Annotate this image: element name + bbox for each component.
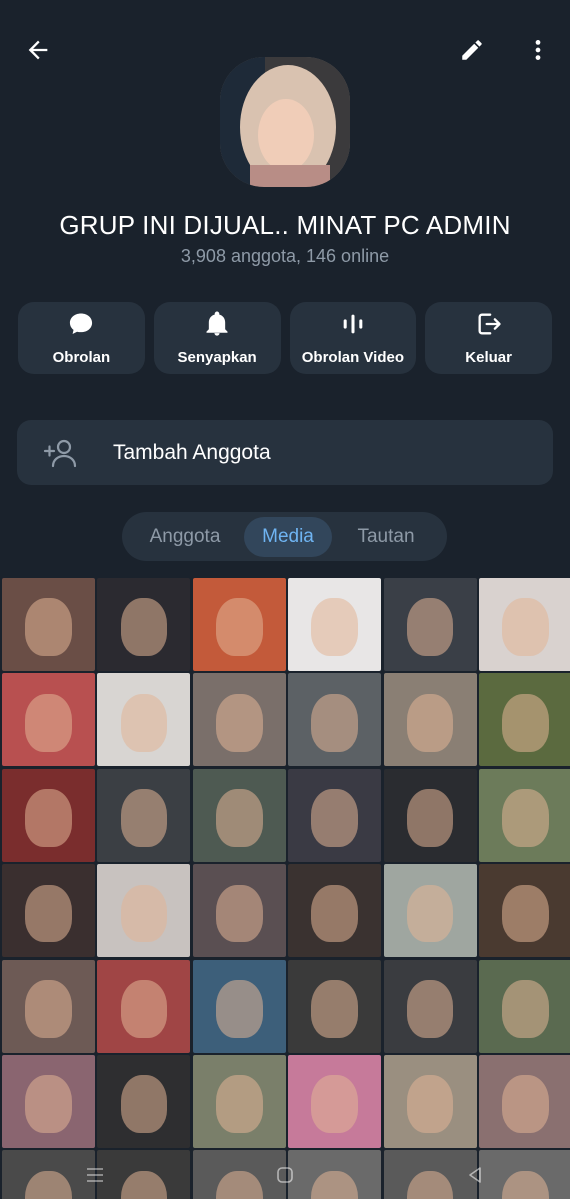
media-thumbnail[interactable] — [97, 864, 191, 958]
media-thumbnail[interactable] — [192, 578, 286, 671]
media-thumbnail[interactable] — [288, 768, 382, 862]
media-thumbnail[interactable] — [2, 959, 95, 1053]
media-grid — [0, 578, 570, 1199]
tab-bar: Anggota Media Tautan — [122, 512, 447, 561]
video-chat-label: Obrolan Video — [301, 349, 404, 366]
group-avatar[interactable] — [220, 57, 350, 187]
media-thumbnail[interactable] — [192, 768, 286, 862]
media-thumbnail[interactable] — [478, 864, 570, 958]
media-thumbnail[interactable] — [97, 768, 191, 862]
leave-icon — [475, 310, 503, 343]
more-vertical-icon[interactable] — [516, 28, 560, 72]
tab-links[interactable]: Tautan — [332, 526, 440, 548]
media-thumbnail[interactable] — [288, 578, 382, 671]
mute-button[interactable]: Senyapkan — [153, 302, 281, 374]
media-thumbnail[interactable] — [383, 673, 477, 767]
media-thumbnail[interactable] — [2, 578, 95, 671]
media-thumbnail[interactable] — [478, 1054, 570, 1148]
group-title: GRUP INI DIJUAL.. MINAT PC ADMIN — [59, 210, 511, 240]
media-thumbnail[interactable] — [97, 673, 191, 767]
voice-chat-icon — [339, 310, 367, 343]
chat-label: Obrolan — [52, 349, 111, 366]
add-person-icon — [17, 438, 103, 468]
system-back-icon[interactable] — [455, 1160, 495, 1190]
action-row: Obrolan Senyapkan Obrolan Video Keluar — [18, 302, 552, 374]
add-member-label: Tambah Anggota — [113, 440, 271, 464]
media-thumbnail[interactable] — [383, 1054, 477, 1148]
recents-icon[interactable] — [75, 1160, 115, 1190]
member-count: 3,908 anggota, 146 online — [180, 246, 390, 266]
media-thumbnail[interactable] — [288, 864, 382, 958]
home-icon[interactable] — [265, 1160, 305, 1190]
media-thumbnail[interactable] — [97, 959, 191, 1053]
media-thumbnail[interactable] — [478, 673, 570, 767]
media-thumbnail[interactable] — [192, 1054, 286, 1148]
media-thumbnail[interactable] — [97, 1054, 191, 1148]
media-thumbnail[interactable] — [288, 673, 382, 767]
chat-button[interactable]: Obrolan — [18, 302, 145, 374]
media-thumbnail[interactable] — [192, 673, 286, 767]
media-thumbnail[interactable] — [383, 578, 477, 671]
media-thumbnail[interactable] — [478, 578, 570, 671]
leave-button[interactable]: Keluar — [425, 302, 552, 374]
tab-media[interactable]: Media — [244, 516, 332, 557]
media-thumbnail[interactable] — [192, 959, 286, 1053]
media-thumbnail[interactable] — [383, 768, 477, 862]
media-thumbnail[interactable] — [97, 578, 191, 671]
media-thumbnail[interactable] — [288, 959, 382, 1053]
media-thumbnail[interactable] — [2, 864, 95, 958]
mute-label: Senyapkan — [177, 349, 257, 366]
media-thumbnail[interactable] — [192, 864, 286, 958]
media-thumbnail[interactable] — [383, 959, 477, 1053]
video-chat-button[interactable]: Obrolan Video — [289, 302, 417, 374]
pencil-icon[interactable] — [450, 28, 494, 72]
tab-members[interactable]: Anggota — [126, 526, 244, 548]
media-thumbnail[interactable] — [2, 673, 95, 767]
leave-label: Keluar — [465, 349, 512, 366]
media-thumbnail[interactable] — [2, 1054, 95, 1148]
bell-icon — [203, 310, 231, 343]
media-thumbnail[interactable] — [478, 768, 570, 862]
chat-bubble-icon — [67, 310, 95, 343]
add-member-button[interactable]: Tambah Anggota — [17, 420, 553, 485]
media-thumbnail[interactable] — [478, 959, 570, 1053]
media-thumbnail[interactable] — [383, 864, 477, 958]
media-thumbnail[interactable] — [2, 768, 95, 862]
media-thumbnail[interactable] — [288, 1054, 382, 1148]
arrow-left-icon[interactable] — [16, 28, 60, 72]
